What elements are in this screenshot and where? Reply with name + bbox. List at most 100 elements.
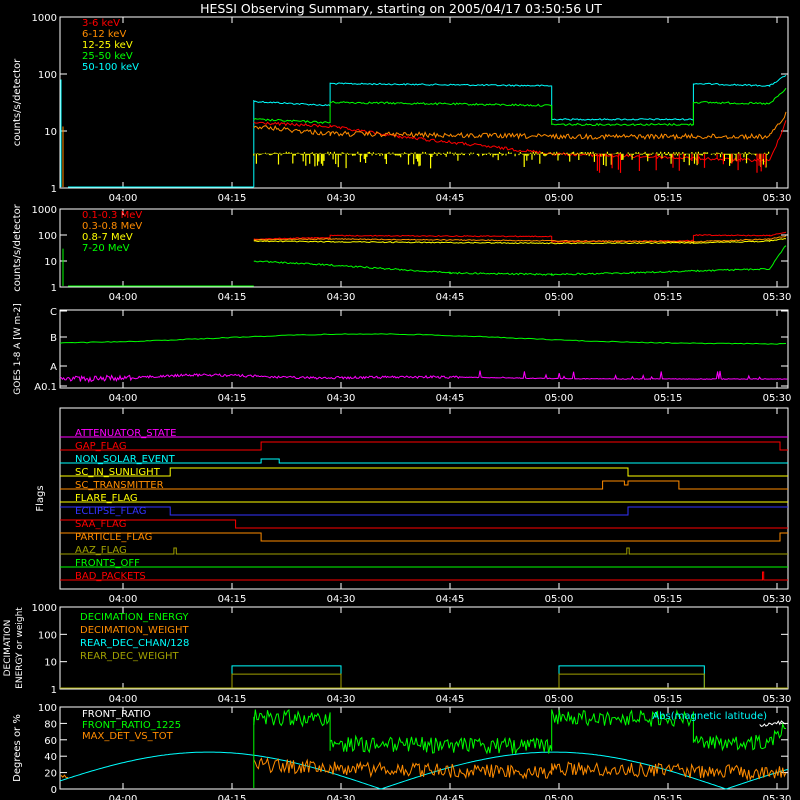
x-tick-label: 04:45 bbox=[436, 694, 465, 705]
legend-entry: 0.1-0.3 MeV bbox=[82, 210, 142, 221]
y-tick-label: 100 bbox=[38, 703, 57, 714]
x-tick-label: 05:00 bbox=[545, 193, 574, 204]
x-tick-label: 05:15 bbox=[654, 794, 683, 800]
flag-label: AAZ_FLAG bbox=[75, 545, 127, 556]
x-tick-label: 04:30 bbox=[327, 292, 356, 303]
y-axis-label-line2: ENERGY or weight bbox=[15, 607, 25, 689]
x-tick-label: 04:30 bbox=[327, 794, 356, 800]
y-axis-label: Flags bbox=[35, 485, 46, 511]
x-tick-label: 05:15 bbox=[654, 292, 683, 303]
legend-entry: 25-50 keV bbox=[82, 51, 133, 62]
x-tick-label: 05:30 bbox=[763, 193, 792, 204]
legend-entry: 50-100 keV bbox=[82, 62, 139, 73]
x-tick-label: 04:30 bbox=[327, 694, 356, 705]
y-tick-label: 1 bbox=[51, 283, 57, 294]
flag-label: NON_SOLAR_EVENT bbox=[75, 454, 176, 465]
y-tick-label: 1000 bbox=[32, 13, 57, 24]
x-tick-label: 04:00 bbox=[109, 393, 138, 404]
y-tick-label: 20 bbox=[44, 769, 57, 780]
x-tick-label: 05:15 bbox=[654, 694, 683, 705]
x-tick-label: 04:30 bbox=[327, 393, 356, 404]
y-axis-label: GOES 1-8 A [W m-2] bbox=[13, 303, 23, 394]
y-tick-label: 1 bbox=[51, 184, 57, 195]
x-tick-label: 04:45 bbox=[436, 594, 465, 605]
legend-entry: 3-6 keV bbox=[82, 18, 120, 29]
legend-entry: Abs(magnetic latitude) bbox=[652, 711, 767, 722]
x-tick-label: 05:30 bbox=[763, 292, 792, 303]
y-tick-label: 1000 bbox=[32, 205, 57, 216]
y-tick-label: A bbox=[50, 362, 57, 373]
x-tick-label: 05:00 bbox=[545, 393, 574, 404]
flag-label: FLARE_FLAG bbox=[75, 493, 138, 504]
y-axis-label: counts/s/detector bbox=[12, 203, 23, 291]
legend-entry: DECIMATION_WEIGHT bbox=[80, 625, 189, 636]
y-axis-label-line1: DECIMATION bbox=[3, 620, 13, 677]
y-tick-label: 1 bbox=[51, 685, 57, 696]
legend-entry: MAX_DET_VS_TOT bbox=[82, 731, 174, 742]
flag-label: GAP_FLAG bbox=[75, 441, 127, 452]
x-tick-label: 04:45 bbox=[436, 794, 465, 800]
legend-entry: FRONT_RATIO bbox=[82, 709, 151, 720]
x-tick-label: 04:30 bbox=[327, 594, 356, 605]
flag-label: PARTICLE_FLAG bbox=[75, 532, 152, 543]
x-tick-label: 05:00 bbox=[545, 594, 574, 605]
x-tick-label: 05:15 bbox=[654, 594, 683, 605]
flag-label: SAA_FLAG bbox=[75, 519, 126, 530]
y-tick-label: 10 bbox=[44, 127, 57, 138]
flag-label: BAD_PACKETS bbox=[75, 571, 146, 582]
y-tick-label: 80 bbox=[44, 719, 57, 730]
x-tick-label: 04:30 bbox=[327, 193, 356, 204]
y-tick-label: 100 bbox=[38, 630, 57, 641]
flag-label: FRONTS_OFF bbox=[75, 558, 140, 569]
legend-entry: REAR_DEC_CHAN/128 bbox=[80, 638, 189, 649]
x-tick-label: 05:30 bbox=[763, 594, 792, 605]
legend-entry: FRONT_RATIO_1225 bbox=[82, 720, 181, 731]
plot-title: HESSI Observing Summary, starting on 200… bbox=[200, 1, 602, 16]
x-tick-label: 05:00 bbox=[545, 794, 574, 800]
y-axis-label: Degrees or % bbox=[12, 714, 23, 782]
x-tick-label: 04:15 bbox=[218, 292, 247, 303]
legend-entry: 0.8-7 MeV bbox=[82, 232, 133, 243]
x-tick-label: 05:15 bbox=[654, 393, 683, 404]
y-tick-label: 10 bbox=[44, 257, 57, 268]
x-tick-label: 04:15 bbox=[218, 193, 247, 204]
x-tick-label: 04:45 bbox=[436, 292, 465, 303]
x-tick-label: 05:00 bbox=[545, 292, 574, 303]
y-tick-label: 10 bbox=[44, 658, 57, 669]
flag-label: ATTENUATOR_STATE bbox=[75, 428, 176, 439]
y-axis-label: counts/s/detector bbox=[12, 58, 23, 146]
legend-entry: 7-20 MeV bbox=[82, 243, 130, 254]
x-tick-label: 04:15 bbox=[218, 794, 247, 800]
legend-entry: 0.3-0.8 MeV bbox=[82, 221, 142, 232]
x-tick-label: 04:15 bbox=[218, 594, 247, 605]
flag-label: ECLIPSE_FLAG bbox=[75, 506, 146, 517]
legend-entry: DECIMATION_ENERGY bbox=[80, 612, 189, 623]
y-tick-label: 100 bbox=[38, 70, 57, 81]
x-tick-label: 05:30 bbox=[763, 794, 792, 800]
x-tick-label: 04:00 bbox=[109, 594, 138, 605]
x-tick-label: 04:15 bbox=[218, 694, 247, 705]
x-tick-label: 04:45 bbox=[436, 393, 465, 404]
x-tick-label: 04:00 bbox=[109, 694, 138, 705]
x-tick-label: 04:00 bbox=[109, 193, 138, 204]
x-tick-label: 04:45 bbox=[436, 193, 465, 204]
x-tick-label: 05:15 bbox=[654, 193, 683, 204]
y-tick-label: B bbox=[50, 333, 57, 344]
y-tick-label: 100 bbox=[38, 231, 57, 242]
y-tick-label: 40 bbox=[44, 752, 57, 763]
summary-plot: HESSI Observing Summary, starting on 200… bbox=[0, 0, 800, 800]
y-tick-label: C bbox=[50, 307, 57, 318]
y-tick-label: 0 bbox=[51, 785, 57, 796]
flag-label: SC_TRANSMITTER bbox=[75, 480, 164, 491]
x-tick-label: 05:30 bbox=[763, 694, 792, 705]
x-tick-label: 04:00 bbox=[109, 794, 138, 800]
x-tick-label: 04:00 bbox=[109, 292, 138, 303]
x-tick-label: 04:15 bbox=[218, 393, 247, 404]
flag-label: SC_IN_SUNLIGHT bbox=[75, 467, 161, 478]
legend-entry: 12-25 keV bbox=[82, 40, 133, 51]
legend-entry: REAR_DEC_WEIGHT bbox=[80, 651, 179, 662]
x-tick-label: 05:30 bbox=[763, 393, 792, 404]
y-tick-label: 60 bbox=[44, 736, 57, 747]
legend-entry: 6-12 keV bbox=[82, 29, 126, 40]
y-tick-label: 1000 bbox=[32, 603, 57, 614]
